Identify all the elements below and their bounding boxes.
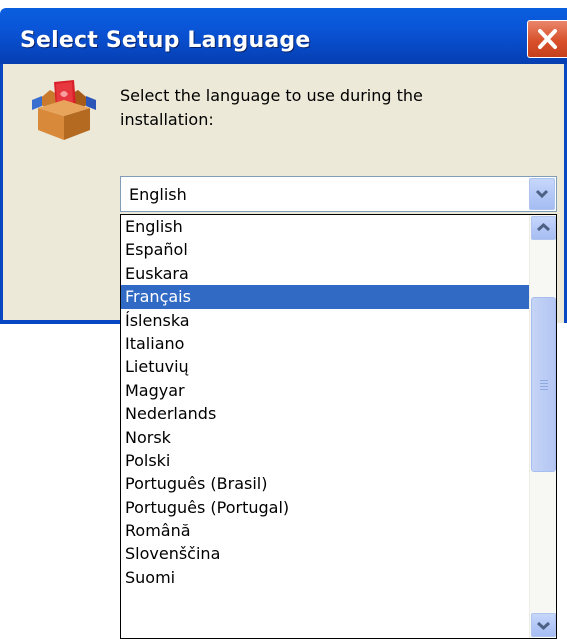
language-option[interactable]: Euskara	[121, 262, 529, 285]
chevron-up-icon	[536, 222, 551, 232]
language-dropdown-list[interactable]: English Español Euskara Français Íslenska Ita…	[120, 214, 557, 639]
language-option[interactable]: Français	[121, 285, 529, 309]
language-option[interactable]: Polski	[121, 449, 529, 472]
scroll-down-button[interactable]	[531, 613, 556, 637]
language-option[interactable]: Română	[121, 519, 529, 542]
setup-box-icon	[32, 80, 96, 140]
scrollbar[interactable]	[529, 215, 556, 638]
language-options: English Español Euskara Français Íslenska Ita…	[121, 215, 529, 589]
language-option[interactable]: Íslenska	[121, 309, 529, 332]
chevron-down-icon	[536, 621, 551, 631]
language-option[interactable]: Suomi	[121, 566, 529, 589]
language-select[interactable]: English	[120, 176, 557, 212]
language-select-dropdown-button[interactable]	[529, 178, 555, 210]
language-option[interactable]: Norsk	[121, 426, 529, 449]
close-button[interactable]	[527, 20, 567, 58]
language-option[interactable]: Slovenščina	[121, 542, 529, 565]
chevron-down-icon	[535, 189, 549, 199]
scroll-thumb[interactable]	[531, 297, 556, 472]
scroll-up-button[interactable]	[531, 216, 556, 240]
language-option[interactable]: Magyar	[121, 379, 529, 402]
language-option[interactable]: Nederlands	[121, 402, 529, 425]
language-option[interactable]: English	[121, 215, 529, 238]
language-select-value: English	[129, 185, 187, 204]
language-option[interactable]: Português (Brasil)	[121, 472, 529, 495]
window-border-bottom	[0, 320, 121, 324]
close-icon	[538, 29, 557, 49]
instruction-text: Select the language to use during the in…	[120, 86, 423, 129]
language-option[interactable]: Lietuvių	[121, 355, 529, 378]
language-option[interactable]: Español	[121, 238, 529, 261]
window-title: Select Setup Language	[20, 28, 311, 53]
title-bar[interactable]: Select Setup Language	[0, 8, 567, 64]
language-option[interactable]: Português (Portugal)	[121, 496, 529, 519]
language-option[interactable]: Italiano	[121, 332, 529, 355]
